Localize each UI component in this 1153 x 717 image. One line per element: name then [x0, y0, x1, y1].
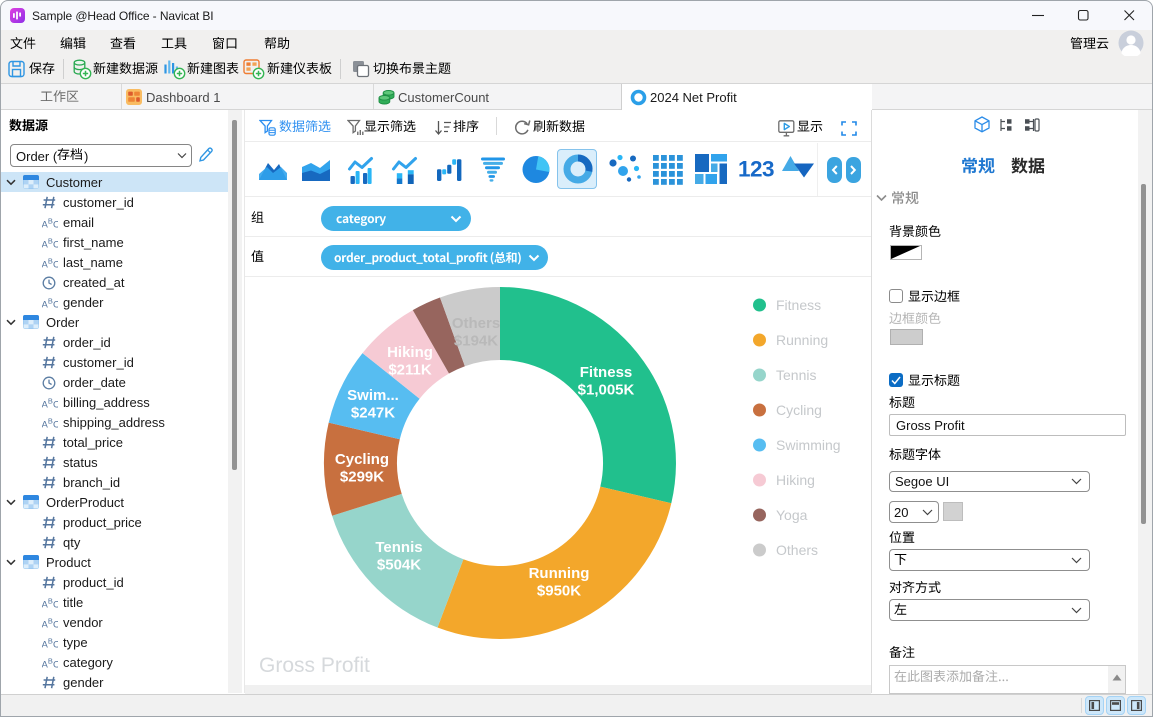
svg-text:Running: Running: [529, 565, 590, 582]
svg-text:C: C: [53, 220, 58, 230]
svg-text:C: C: [53, 640, 58, 650]
svg-text:$1,005K: $1,005K: [578, 382, 635, 399]
svg-text:C: C: [53, 260, 58, 270]
svg-text:123: 123: [738, 157, 774, 182]
svg-text:C: C: [53, 420, 58, 430]
svg-text:Swim...: Swim...: [347, 387, 399, 404]
svg-text:Cycling: Cycling: [335, 451, 389, 468]
svg-text:Others: Others: [776, 542, 818, 558]
svg-text:Tennis: Tennis: [375, 539, 422, 556]
svg-text:Swimming: Swimming: [776, 437, 841, 453]
svg-text:Fitness: Fitness: [580, 364, 633, 381]
svg-text:Tennis: Tennis: [776, 367, 816, 383]
svg-text:Hiking: Hiking: [387, 344, 433, 361]
svg-text:Yoga: Yoga: [776, 507, 808, 523]
svg-text:C: C: [53, 600, 58, 610]
svg-text:Running: Running: [776, 332, 828, 348]
svg-text:Hiking: Hiking: [776, 472, 815, 488]
svg-text:$211K: $211K: [388, 362, 432, 379]
svg-text:$299K: $299K: [340, 469, 384, 486]
svg-text:$950K: $950K: [537, 583, 581, 600]
svg-text:Fitness: Fitness: [776, 297, 821, 313]
svg-text:C: C: [53, 300, 58, 310]
svg-text:$247K: $247K: [351, 405, 395, 422]
svg-text:$504K: $504K: [377, 557, 421, 574]
svg-text:C: C: [53, 240, 58, 250]
svg-text:Cycling: Cycling: [776, 402, 822, 418]
svg-text:Others: Others: [452, 315, 500, 332]
svg-text:C: C: [53, 620, 58, 630]
svg-text:C: C: [53, 400, 58, 410]
svg-text:$194K: $194K: [454, 333, 498, 350]
svg-text:C: C: [53, 660, 58, 670]
